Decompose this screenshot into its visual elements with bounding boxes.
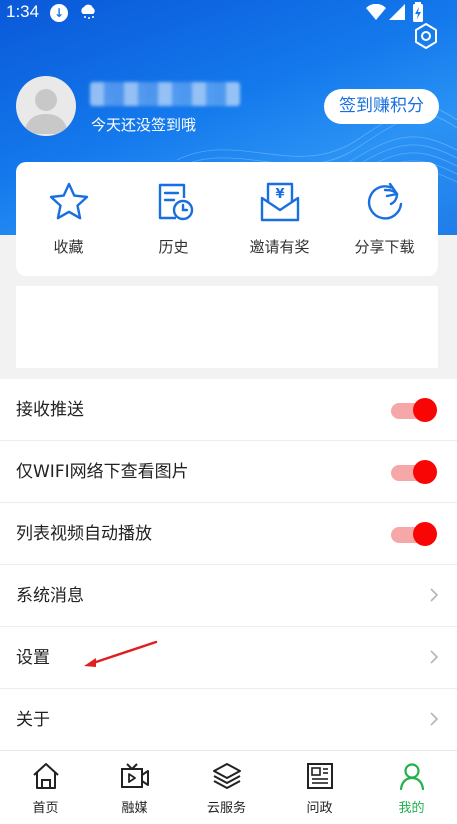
tab-inquiry[interactable]: 问政 (274, 751, 365, 824)
tab-label: 云服务 (206, 801, 246, 816)
signin-hint: 今天还没签到哦 (91, 116, 197, 134)
settings-gear-icon[interactable] (412, 22, 440, 50)
signin-button[interactable]: 签到赚积分 (324, 89, 439, 124)
wifi-icon (366, 4, 386, 20)
quick-item-history[interactable]: 历史 (121, 162, 226, 276)
tab-home[interactable]: 首页 (0, 751, 91, 824)
newspaper-icon (307, 763, 333, 789)
tab-label: 我的 (398, 801, 425, 816)
bottom-tab-bar: 首页 融媒 云服务 问政 我的 (0, 750, 457, 824)
list-item-label: 系统消息 (16, 586, 84, 606)
list-item-settings[interactable]: 设置 (0, 627, 457, 689)
list-item-label: 关于 (16, 710, 50, 730)
media-icon (121, 763, 149, 788)
history-icon (158, 183, 194, 221)
list-item-label: 列表视频自动播放 (16, 524, 152, 544)
wifi-images-toggle[interactable] (391, 460, 437, 484)
quick-actions-card: 收藏 历史 ¥ 邀请有奖 分享下载 (16, 162, 438, 276)
avatar[interactable] (16, 76, 76, 136)
tab-media[interactable]: 融媒 (89, 751, 180, 824)
quick-item-favorites[interactable]: 收藏 (16, 162, 121, 276)
status-bar: 1:34 ↓ (0, 0, 457, 26)
share-icon (367, 182, 403, 220)
battery-icon (413, 2, 423, 22)
signal-icon (389, 4, 405, 20)
default-avatar-icon (24, 89, 68, 134)
list-item-wifi-images[interactable]: 仅WIFI网络下查看图片 (0, 441, 457, 503)
list-item-label: 接收推送 (16, 400, 84, 420)
download-icon: ↓ (50, 4, 68, 22)
tab-cloud-service[interactable]: 云服务 (181, 751, 272, 824)
quick-item-share[interactable]: 分享下载 (332, 162, 437, 276)
quick-item-invite[interactable]: ¥ 邀请有奖 (227, 162, 332, 276)
username-blurred (90, 82, 240, 106)
quick-item-label: 分享下载 (354, 238, 415, 256)
list-item-label: 仅WIFI网络下查看图片 (16, 462, 189, 482)
list-item-about[interactable]: 关于 (0, 689, 457, 751)
user-icon (399, 763, 425, 791)
list-item-autoplay[interactable]: 列表视频自动播放 (0, 503, 457, 565)
status-time: 1:34 (6, 2, 40, 21)
svg-text:¥: ¥ (275, 187, 284, 202)
list-item-label: 设置 (16, 648, 50, 668)
weather-cloud-icon (81, 4, 95, 19)
chevron-right-icon (430, 588, 439, 602)
layers-icon (213, 763, 241, 789)
home-icon (33, 763, 59, 789)
quick-item-label: 收藏 (53, 238, 84, 256)
chevron-right-icon (430, 712, 439, 726)
annotation-arrow-icon (84, 640, 158, 667)
autoplay-toggle[interactable] (391, 522, 437, 546)
invite-envelope-icon: ¥ (260, 182, 300, 222)
list-item-system-messages[interactable]: 系统消息 (0, 565, 457, 627)
list-item-push[interactable]: 接收推送 (0, 379, 457, 441)
banner-placeholder (16, 286, 438, 368)
chevron-right-icon (430, 650, 439, 664)
tab-mine[interactable]: 我的 (366, 751, 457, 824)
star-icon (49, 182, 89, 220)
settings-list: 接收推送 仅WIFI网络下查看图片 列表视频自动播放 系统消息 设置 关于 (0, 379, 457, 751)
tab-label: 问政 (306, 801, 333, 816)
tab-label: 首页 (32, 801, 59, 816)
quick-item-label: 邀请有奖 (249, 238, 310, 256)
tab-label: 融媒 (121, 801, 148, 816)
push-toggle[interactable] (391, 398, 437, 422)
quick-item-label: 历史 (158, 238, 189, 256)
